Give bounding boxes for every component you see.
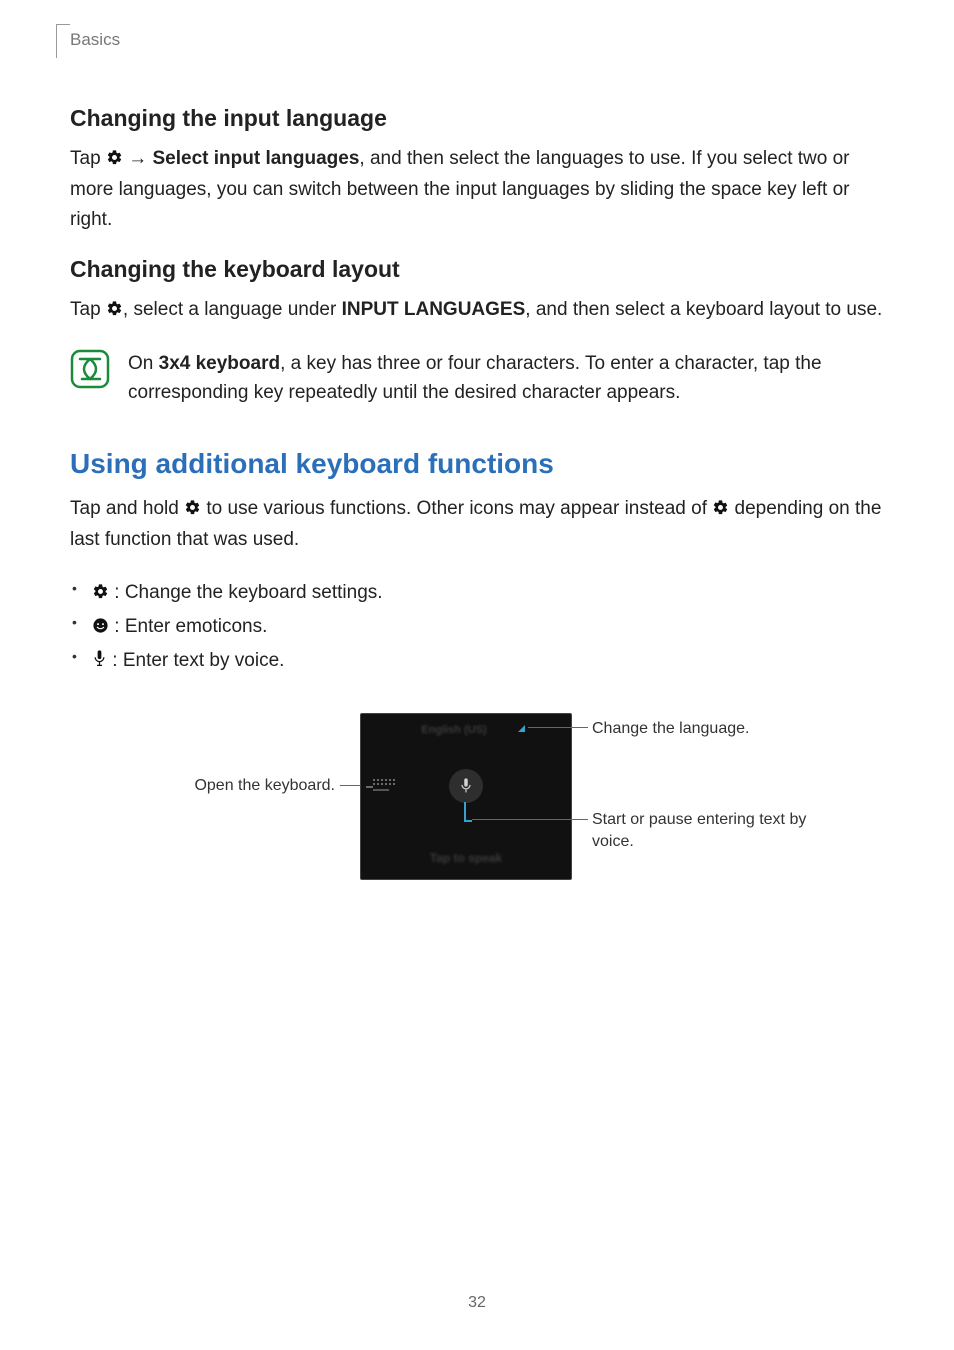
callout-line (472, 819, 588, 820)
note-box: On 3x4 keyboard, a key has three or four… (70, 349, 884, 408)
gear-icon (92, 579, 109, 611)
callout-line (528, 727, 588, 728)
voice-panel: English (US) Tap to speak (360, 713, 572, 880)
gear-icon (106, 297, 123, 326)
callout-voice: Start or pause entering text by voice. (592, 809, 852, 852)
bullet-list: : Change the keyboard settings. : Enter … (70, 577, 884, 680)
page-number: 32 (0, 1294, 954, 1312)
running-header-text: Basics (70, 30, 120, 49)
callout-open-keyboard: Open the keyboard. (170, 775, 335, 797)
heading-changing-input-language: Changing the input language (70, 105, 884, 132)
panel-mic-pointer (464, 802, 466, 820)
paragraph-additional: Tap and hold to use various functions. O… (70, 494, 884, 555)
content: Changing the input language Tap → Select… (0, 0, 954, 907)
note-text: On 3x4 keyboard, a key has three or four… (128, 349, 884, 408)
gear-icon (712, 496, 729, 525)
page: Basics Changing the input language Tap →… (0, 0, 954, 1350)
gear-icon (184, 496, 201, 525)
panel-mic-button (449, 769, 483, 803)
bullet-emoticon: : Enter emoticons. (92, 611, 884, 645)
heading-additional-functions: Using additional keyboard functions (70, 448, 884, 480)
emoticon-icon (92, 613, 109, 645)
running-header: Basics (70, 30, 120, 50)
callout-change-language: Change the language. (592, 718, 749, 740)
paragraph-input-language: Tap → Select input languages, and then s… (70, 144, 884, 234)
bullet-gear: : Change the keyboard settings. (92, 577, 884, 611)
keyboard-icon (373, 779, 403, 791)
panel-mic-pointer-h (464, 820, 472, 822)
voice-input-diagram: Open the keyboard. English (US) Tap to s… (70, 707, 884, 907)
language-indicator-icon (518, 725, 525, 732)
note-icon (70, 349, 110, 394)
keyboard-icon-handle (366, 786, 373, 788)
microphone-icon (92, 647, 107, 679)
gear-icon (106, 146, 123, 175)
bullet-voice: : Enter text by voice. (92, 645, 884, 679)
heading-changing-keyboard-layout: Changing the keyboard layout (70, 256, 884, 283)
paragraph-keyboard-layout: Tap , select a language under INPUT LANG… (70, 295, 884, 326)
panel-tap-to-speak: Tap to speak (361, 851, 571, 865)
